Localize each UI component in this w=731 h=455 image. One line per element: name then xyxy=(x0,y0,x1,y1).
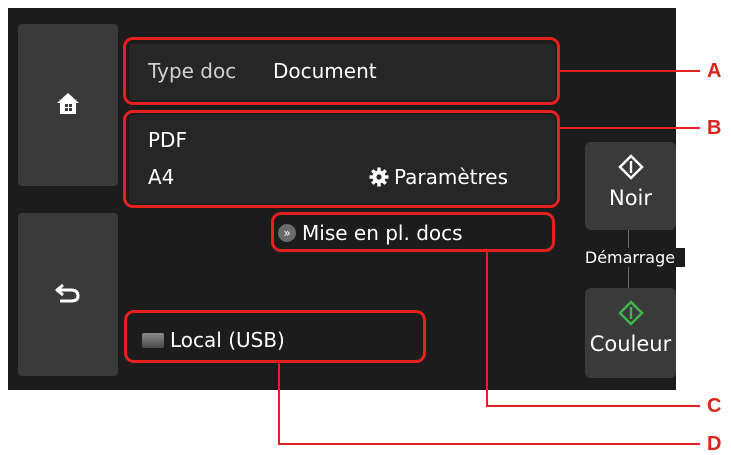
callout-box-a xyxy=(123,37,560,105)
callout-line-c-vertical xyxy=(486,252,488,406)
callout-label-b: B xyxy=(707,117,722,139)
start-diamond-icon xyxy=(585,154,676,184)
start-group-label: Démarrage xyxy=(575,248,685,267)
callout-box-c xyxy=(271,212,555,252)
back-button[interactable] xyxy=(18,213,118,376)
callout-line-d-horizontal xyxy=(278,443,700,445)
callout-label-a: A xyxy=(707,60,722,82)
callout-line-a xyxy=(560,70,700,72)
color-start-label: Couleur xyxy=(589,332,672,356)
black-start-label: Noir xyxy=(608,186,653,210)
back-arrow-icon xyxy=(54,281,82,309)
callout-box-b xyxy=(123,110,560,208)
black-start-button[interactable]: Noir xyxy=(585,142,676,230)
callout-label-d: D xyxy=(707,433,722,455)
callout-box-d xyxy=(124,310,426,363)
callout-line-b xyxy=(560,127,700,129)
color-start-button[interactable]: Couleur xyxy=(585,288,676,378)
callout-line-c-horizontal xyxy=(486,405,700,407)
home-button[interactable] xyxy=(18,24,118,186)
callout-label-c: C xyxy=(707,395,722,417)
callout-line-d-vertical xyxy=(278,363,280,444)
start-diamond-icon xyxy=(585,300,676,330)
home-icon xyxy=(54,89,82,121)
